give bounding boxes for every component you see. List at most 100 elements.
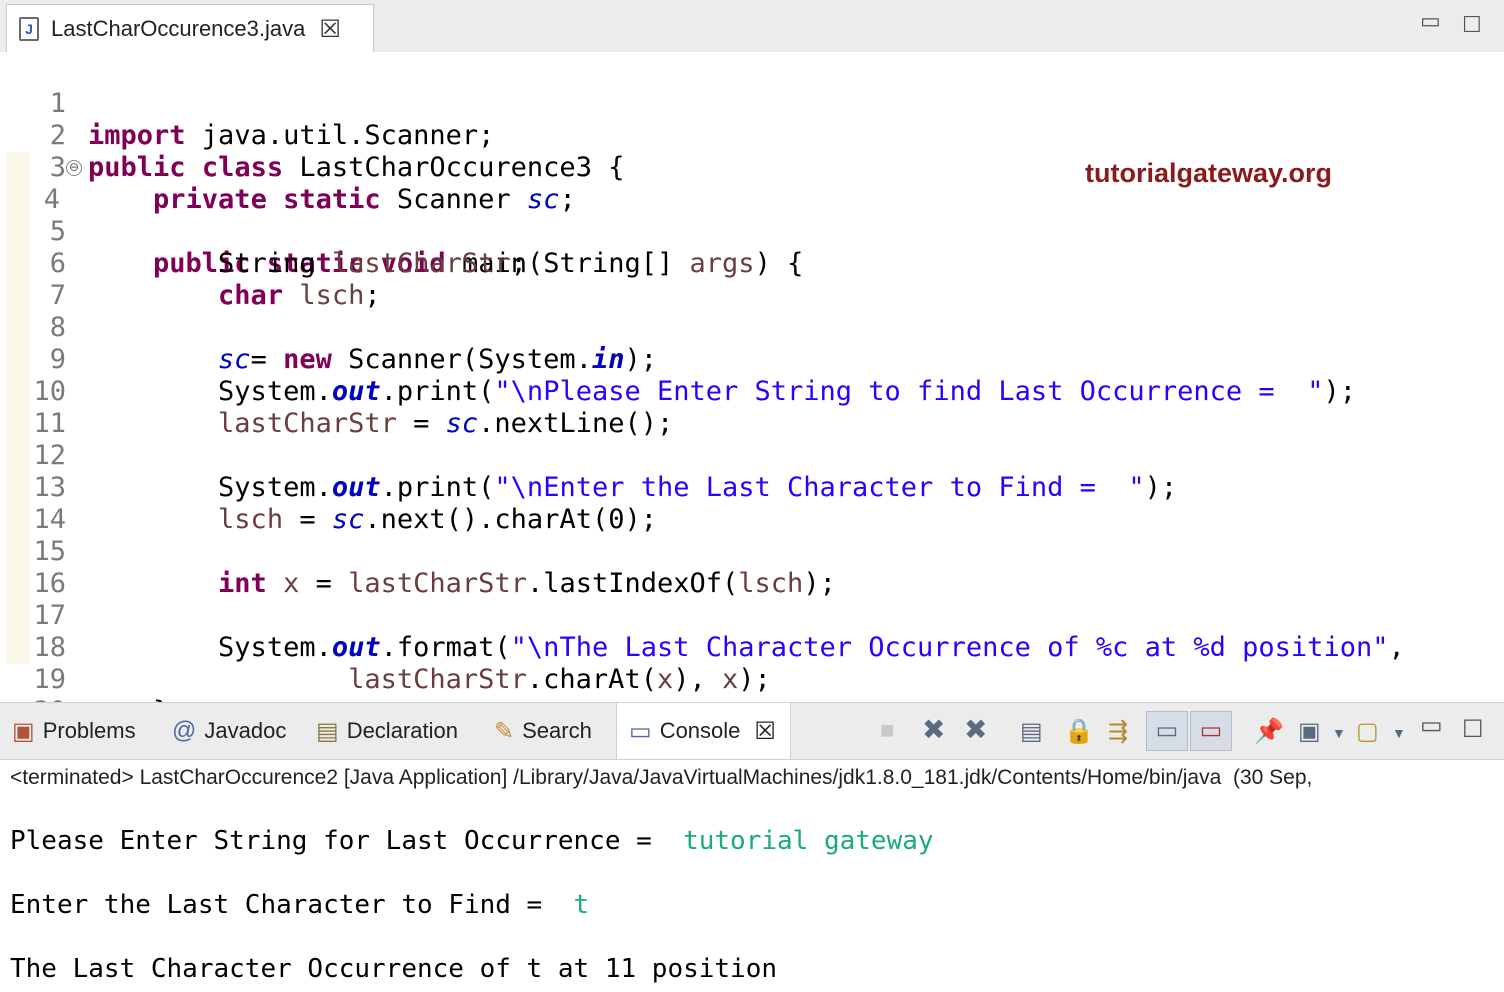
clear-console-icon[interactable]: ▤ (1020, 717, 1043, 746)
code-text: .charAt( (526, 664, 657, 695)
word-wrap-icon[interactable]: ⇶ (1108, 717, 1128, 746)
tab-search[interactable]: ✎ Search (494, 703, 592, 759)
watermark: tutorialgateway.org (1085, 158, 1333, 188)
code-line-1: 1 import java.util.Scanner; (0, 56, 495, 151)
close-icon[interactable]: ☒ (754, 717, 776, 746)
maximize-icon[interactable]: ☐ (1462, 715, 1484, 744)
code-text: .format( (380, 632, 511, 663)
remove-launch-icon[interactable]: ✖ (922, 713, 945, 746)
field-ref: sc (526, 184, 560, 215)
code-text: .nextLine(); (478, 408, 674, 439)
show-on-stderr-icon[interactable]: ▭ (1190, 711, 1232, 751)
local-var: lsch (218, 504, 284, 535)
param: args (689, 248, 755, 279)
code-editor[interactable]: tutorialgateway.org 1 import java.util.S… (0, 52, 1504, 759)
local-var: x (283, 568, 300, 599)
tab-javadoc[interactable]: @ Javadoc (172, 703, 286, 759)
keyword: public (88, 152, 186, 183)
code-text: ; (364, 280, 381, 311)
keyword: static (283, 184, 381, 215)
code-line-16: 16 (0, 536, 66, 599)
static-field-ref: out (331, 632, 381, 663)
code-line-7: 7 (0, 248, 66, 311)
keyword: private (153, 184, 267, 215)
code-line-3: 3 private static Scanner sc; (0, 120, 576, 215)
code-text: .print( (380, 472, 495, 503)
code-text: System. (218, 632, 332, 663)
static-field-ref: in (591, 344, 625, 375)
chevron-down-icon[interactable]: ▼ (1332, 725, 1346, 741)
code-line-9: 9 System.out.print("\nPlease Enter Strin… (0, 312, 1356, 407)
code-line-5: 5 String lastCharStr; (0, 184, 527, 279)
code-line-13: 13 lsch = sc.next().charAt(0); (0, 440, 657, 535)
local-var: lastCharStr (348, 664, 527, 695)
field-ref: sc (331, 504, 365, 535)
minimize-icon[interactable]: ▭ (1420, 711, 1443, 740)
code-line-8: 8 sc= new Scanner(System.in); (0, 280, 657, 375)
field-ref: sc (445, 408, 479, 439)
code-text: ); (1323, 376, 1356, 407)
local-var: lsch (738, 568, 804, 599)
code-text: System. (218, 472, 332, 503)
code-text: .print( (380, 376, 495, 407)
code-line-6: 6 char lsch; (0, 216, 381, 311)
show-on-stdout-icon[interactable]: ▭ (1146, 711, 1188, 751)
code-text: ), (673, 664, 722, 695)
close-icon[interactable]: ☒ (319, 15, 341, 44)
string-literal: "\nEnter the Last Character to Find = " (494, 472, 1145, 503)
local-var: lastCharStr (348, 568, 527, 599)
console-user-input: t (573, 890, 590, 920)
console-prompt: Enter the Last Character to Find = (10, 890, 574, 920)
tab-label: Search (522, 718, 592, 743)
code-text: ; (559, 184, 576, 215)
console-prompt: Please Enter String for Last Occurrence … (10, 826, 684, 856)
local-var: lsch (299, 280, 365, 311)
tab-label: Console (659, 718, 741, 743)
scroll-lock-icon[interactable]: 🔒 (1064, 717, 1094, 746)
string-literal: "\nThe Last Character Occurrence of %c a… (510, 632, 1389, 663)
local-var: x (656, 664, 674, 695)
code-text: Scanner(System. (331, 344, 592, 375)
java-file-icon: J (19, 17, 39, 41)
code-text: , (1388, 632, 1405, 663)
open-console-icon[interactable]: ▢ (1356, 717, 1379, 746)
code-text: = (299, 568, 349, 599)
tab-label: Declaration (346, 718, 458, 743)
keyword: class (201, 152, 284, 183)
pin-console-icon[interactable]: 📌 (1254, 717, 1284, 746)
console-line-3: The Last Character Occurrence of t at 11… (10, 954, 778, 984)
static-field-ref: out (331, 376, 381, 407)
code-line-12: 12 System.out.print("\nEnter the Last Ch… (0, 408, 1177, 503)
code-text: java.util.Scanner; (185, 120, 495, 151)
maximize-icon[interactable]: ☐ (1462, 12, 1482, 38)
code-text: .lastIndexOf( (526, 568, 739, 599)
code-line-10: 10 lastCharStr = sc.nextLine(); (0, 344, 673, 439)
remove-all-terminated-icon[interactable]: ✖ (964, 713, 987, 746)
code-text: LastCharOccurence3 { (283, 152, 625, 183)
tab-declaration[interactable]: ▤ Declaration (316, 703, 458, 759)
chevron-down-icon[interactable]: ▼ (1392, 725, 1406, 741)
minimize-icon[interactable]: ▭ (1420, 8, 1441, 34)
code-text: ; (510, 248, 527, 279)
code-line-14: 14 (0, 472, 66, 535)
code-line-11: 11 (0, 376, 66, 439)
code-text: ) { (754, 248, 804, 279)
console-line-1: Please Enter String for Last Occurrence … (10, 826, 934, 856)
tab-problems[interactable]: ▣ Problems (12, 703, 136, 759)
problems-icon: ▣ (12, 717, 35, 745)
code-text: .next().charAt(0); (364, 504, 657, 535)
tab-console[interactable]: ▭ Console ☒ (616, 703, 791, 759)
terminate-icon[interactable]: ■ (880, 717, 895, 745)
keyword: int (218, 568, 267, 599)
display-console-icon[interactable]: ▣ (1298, 717, 1321, 746)
code-text: ); (624, 344, 657, 375)
editor-tab-lastcharoccurence3[interactable]: J LastCharOccurence3.java ☒ (6, 4, 374, 53)
code-line-2: 2 public class LastCharOccurence3 { (0, 88, 625, 183)
declaration-icon: ▤ (316, 717, 339, 745)
local-var: x (722, 664, 739, 695)
fold-toggle-icon[interactable]: ⊖ (66, 160, 82, 176)
code-text: = (396, 408, 446, 439)
keyword: char (218, 280, 284, 311)
keyword: import (88, 120, 186, 151)
code-text: = (250, 344, 284, 375)
